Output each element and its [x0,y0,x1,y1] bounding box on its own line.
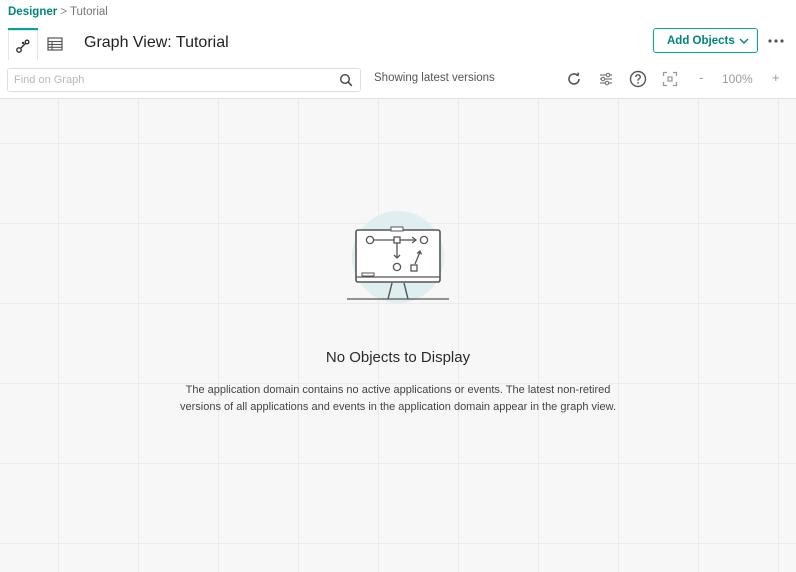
help-button[interactable] [628,69,648,89]
breadcrumb-designer-link[interactable]: Designer [8,6,57,18]
graph-toolbar: Showing latest versions [0,60,796,99]
sliders-icon [600,72,612,86]
more-options-icon[interactable] [766,33,786,49]
add-objects-button[interactable]: Add Objects [653,28,758,53]
chevron-down-icon [739,38,749,44]
zoom-out-button[interactable]: - [699,70,703,85]
fit-to-screen-button[interactable] [660,69,680,89]
versions-status: Showing latest versions [374,72,495,84]
graph-icon [16,39,30,53]
graph-canvas[interactable]: No Objects to Display The application do… [0,99,796,572]
filter-settings-button[interactable] [596,69,616,89]
refresh-button[interactable] [564,69,584,89]
breadcrumb-separator: > [60,6,67,18]
table-icon [47,37,63,51]
empty-state-description: The application domain contains no activ… [180,384,616,413]
presentation-board-icon [347,211,449,303]
find-on-graph-input[interactable] [14,72,334,88]
add-objects-label: Add Objects [667,34,735,47]
fit-screen-icon [662,71,678,87]
search-icon[interactable] [339,73,353,87]
help-icon [629,70,647,88]
zoom-in-button[interactable]: + [772,70,780,85]
tab-table-view[interactable] [40,29,70,59]
breadcrumb: Designer > Tutorial [8,5,108,19]
search-box [7,68,361,92]
tab-graph-view[interactable] [8,28,38,61]
zoom-level: 100% [722,72,753,86]
breadcrumb-current: Tutorial [69,6,108,18]
page-title: Graph View: Tutorial [84,34,229,51]
refresh-icon [568,72,580,85]
empty-state-title: No Objects to Display [325,349,471,366]
